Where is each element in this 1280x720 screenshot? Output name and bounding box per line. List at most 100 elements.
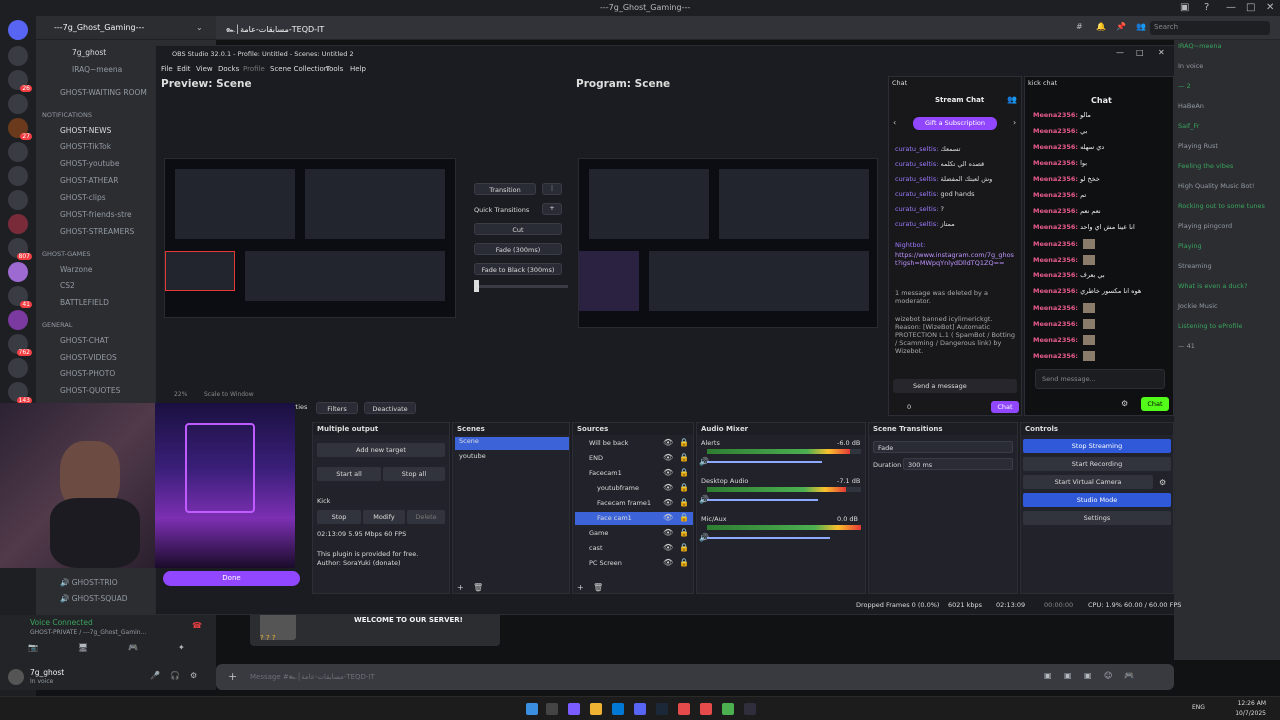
pin-icon[interactable]: 📌	[1116, 22, 1126, 31]
menu-tools[interactable]: Tools	[326, 65, 343, 73]
lock-icon[interactable]: 🔒	[679, 453, 689, 462]
gif-icon[interactable]: ▣	[1064, 671, 1072, 680]
copilot-icon[interactable]	[568, 703, 580, 715]
minimize-icon[interactable]: —	[1116, 48, 1124, 57]
headphones-icon[interactable]: 🎧	[170, 671, 180, 680]
gift-subscription-button[interactable]: Gift a Subscription	[913, 117, 997, 130]
maximize-icon[interactable]: □	[1246, 2, 1255, 13]
settings-button[interactable]: Settings	[1023, 511, 1171, 525]
member-entry[interactable]: Saif_Fr	[1178, 122, 1199, 130]
nightbot-link[interactable]: https://www.instagram.com/7g_ghost?igsh=…	[895, 251, 1015, 267]
tbar-handle[interactable]	[474, 280, 479, 292]
delete-target-button[interactable]: Delete	[407, 510, 445, 524]
visibility-icon[interactable]: 👁	[663, 513, 673, 522]
search-icon[interactable]	[546, 703, 558, 715]
twitch-chat-button[interactable]: Chat	[991, 401, 1019, 413]
kick-username[interactable]: Meena2356:	[1033, 207, 1078, 215]
server-icon[interactable]: 762	[8, 334, 32, 356]
virtual-camera-button[interactable]: Start Virtual Camera	[1023, 475, 1153, 489]
filters-button[interactable]: Filters	[316, 402, 358, 414]
menu-docks[interactable]: Docks	[218, 65, 239, 73]
screen-share-icon[interactable]: 🖥	[78, 643, 88, 652]
disconnect-icon[interactable]: ☎	[192, 621, 202, 630]
zoom-label[interactable]: 22%	[174, 391, 187, 398]
menu-profile[interactable]: Profile	[243, 65, 265, 73]
twitch-message-input[interactable]: Send a message	[893, 379, 1017, 393]
microphone-icon[interactable]: 🎤	[150, 671, 160, 680]
visibility-icon[interactable]: 👁	[663, 498, 673, 507]
member-entry[interactable]: Feeling the vibes	[1178, 162, 1233, 170]
visibility-icon[interactable]: 👁	[663, 468, 673, 477]
chat-username[interactable]: curatu_seltis:	[895, 205, 938, 213]
preview-canvas[interactable]	[164, 158, 456, 318]
visibility-icon[interactable]: 👁	[663, 453, 673, 462]
channel-category[interactable]: NOTIFICATIONS	[42, 111, 92, 119]
channel-points[interactable]: 0	[907, 403, 911, 411]
kick-username[interactable]: Meena2356:	[1033, 256, 1078, 264]
gear-icon[interactable]: ⚙	[1159, 478, 1166, 487]
member-entry[interactable]: IRAQ~meena	[1178, 42, 1222, 50]
member-entry[interactable]: Listening to eProfile	[1178, 322, 1242, 330]
menu-view[interactable]: View	[196, 65, 213, 73]
store-icon[interactable]	[612, 703, 624, 715]
chat-username[interactable]: curatu_seltis:	[895, 160, 938, 168]
member-entry[interactable]: Rocking out to some tunes	[1178, 202, 1265, 210]
member-entry[interactable]: HaBeAn	[1178, 102, 1204, 110]
duration-input[interactable]: 300 ms	[903, 458, 1013, 470]
bell-icon[interactable]: 🔔	[1096, 22, 1106, 31]
lock-icon[interactable]: 🔒	[679, 498, 689, 507]
close-icon[interactable]: ✕	[1266, 2, 1274, 13]
server-icon[interactable]	[8, 142, 28, 162]
threads-icon[interactable]: #	[1076, 22, 1083, 31]
remove-source-icon[interactable]: 🗑	[593, 583, 603, 592]
tbar-slider[interactable]	[474, 285, 568, 288]
gear-icon[interactable]: ⚙	[190, 671, 197, 680]
volume-slider[interactable]	[707, 499, 818, 501]
donate-button[interactable]: Done	[163, 571, 300, 586]
add-scene-icon[interactable]: +	[457, 583, 464, 592]
sticker-icon[interactable]: ▣	[1084, 671, 1092, 680]
visibility-icon[interactable]: 👁	[663, 528, 673, 537]
cut-button[interactable]: Cut	[474, 223, 562, 235]
member-entry[interactable]: Playing Rust	[1178, 142, 1218, 150]
video-icon[interactable]: 📷	[28, 643, 38, 652]
chrome-icon[interactable]	[678, 703, 690, 715]
self-name[interactable]: 7g_ghost	[30, 668, 64, 677]
add-source-icon[interactable]: +	[577, 583, 584, 592]
member-entry[interactable]: Streaming	[1178, 262, 1212, 270]
soundboard-icon[interactable]: ✦	[178, 643, 185, 652]
kick-username[interactable]: Meena2356:	[1033, 127, 1078, 135]
server-header[interactable]: ---7g_Ghost_Gaming--- ⌄	[36, 16, 216, 40]
speaker-icon[interactable]: 🔊	[699, 457, 709, 466]
member-entry[interactable]: What is even a duck?	[1178, 282, 1248, 290]
kick-username[interactable]: Meena2356:	[1033, 304, 1078, 312]
member-entry[interactable]: Playing pingcord	[1178, 222, 1232, 230]
help-icon[interactable]: ?	[1204, 2, 1209, 13]
kick-username[interactable]: Meena2356:	[1033, 159, 1078, 167]
transition-select[interactable]: Fade	[873, 441, 1013, 453]
members-icon[interactable]: 👥	[1136, 22, 1146, 31]
plus-icon[interactable]: +	[228, 670, 237, 683]
visibility-icon[interactable]: 👁	[663, 438, 673, 447]
properties-button[interactable]: rties	[293, 403, 307, 411]
scale-label[interactable]: Scale to Window	[204, 391, 254, 398]
language-indicator[interactable]: ENG	[1192, 704, 1205, 711]
fade-to-black-button[interactable]: Fade to Black (300ms)	[474, 263, 562, 275]
server-icon[interactable]	[8, 214, 28, 234]
source-item[interactable]: cast 👁 🔒	[575, 542, 693, 555]
lock-icon[interactable]: 🔒	[679, 513, 689, 522]
stop-all-button[interactable]: Stop all	[383, 467, 445, 481]
visibility-icon[interactable]: 👁	[663, 543, 673, 552]
system-clock[interactable]: 12:26 AM 10/7/2025	[1235, 699, 1266, 719]
source-item[interactable]: Face cam1 👁 🔒	[575, 512, 693, 525]
obs-taskbar-icon[interactable]	[744, 703, 756, 715]
add-target-button[interactable]: Add new target	[317, 443, 445, 457]
studio-mode-button[interactable]: Studio Mode	[1023, 493, 1171, 507]
server-icon[interactable]	[8, 262, 28, 282]
lock-icon[interactable]: 🔒	[679, 528, 689, 537]
gear-icon[interactable]: ⚙	[1121, 399, 1128, 408]
kick-username[interactable]: Meena2356:	[1033, 240, 1078, 248]
file-explorer-icon[interactable]	[590, 703, 602, 715]
source-item[interactable]: PC Screen 👁 🔒	[575, 557, 693, 570]
lock-icon[interactable]: 🔒	[679, 438, 689, 447]
